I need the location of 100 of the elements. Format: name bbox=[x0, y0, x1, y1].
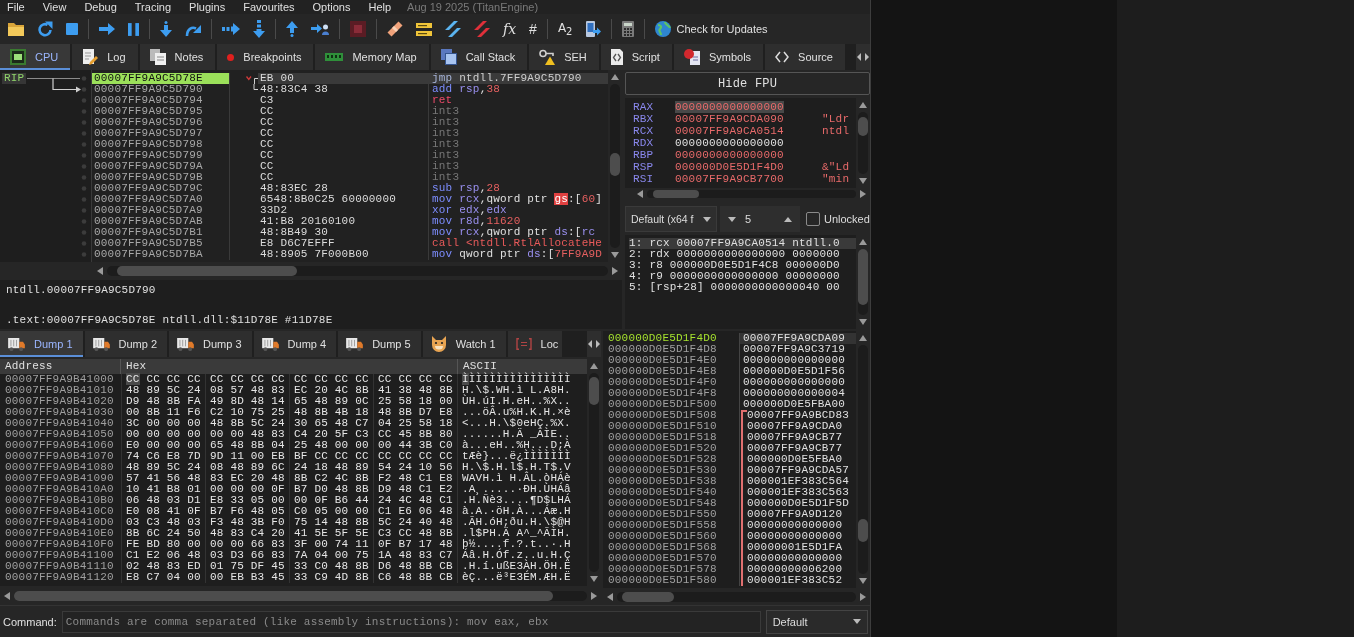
register-value[interactable]: 0000000000000000 bbox=[675, 137, 784, 149]
mode-dropdown[interactable]: Default bbox=[765, 609, 868, 634]
breakpoint-dot-icon[interactable] bbox=[81, 252, 87, 257]
checkbox[interactable] bbox=[806, 212, 820, 226]
menu-item[interactable]: Favourites bbox=[243, 0, 295, 14]
vertical-scrollbar[interactable] bbox=[856, 98, 870, 188]
tab[interactable]: Call Stack bbox=[430, 44, 528, 70]
breakpoint-dot-icon[interactable] bbox=[81, 87, 87, 92]
breakpoint-dot-icon[interactable] bbox=[81, 164, 87, 169]
tab[interactable]: Dump 1 bbox=[0, 331, 83, 357]
tab[interactable]: Loc bbox=[507, 331, 563, 357]
dotted-arrow-down-icon[interactable] bbox=[253, 20, 265, 38]
register-value[interactable]: 00007FF9A9CDA090 bbox=[675, 113, 784, 125]
breakpoint-dot-icon[interactable] bbox=[81, 241, 87, 246]
argument-line[interactable]: 3: r8 000000D0E5D1F4C8 000000D0 bbox=[629, 260, 856, 271]
breakpoint-dot-icon[interactable] bbox=[81, 109, 87, 114]
tab[interactable]: Notes bbox=[139, 44, 216, 70]
register-value[interactable]: 00007FF9A9CA0514 bbox=[675, 125, 784, 137]
breakpoint-dot-icon[interactable] bbox=[81, 197, 87, 202]
note-icon[interactable] bbox=[416, 22, 432, 36]
tab[interactable]: SEH bbox=[529, 44, 599, 70]
register-value[interactable]: 000000D0E5D1F4D0 bbox=[675, 161, 784, 173]
refresh-icon[interactable] bbox=[37, 21, 53, 37]
scrollbar-thumb[interactable] bbox=[858, 249, 868, 306]
scroll-right-icon[interactable] bbox=[591, 592, 597, 600]
breakpoint-dot-icon[interactable] bbox=[81, 219, 87, 224]
menu-item[interactable]: Plugins bbox=[189, 0, 226, 14]
value-cell-text: 000000D0E5D1F56 bbox=[742, 366, 847, 377]
pause-icon[interactable] bbox=[128, 22, 139, 36]
function-button[interactable]: fx bbox=[503, 21, 517, 37]
scrollbar-thumb[interactable] bbox=[589, 376, 599, 405]
tab[interactable]: CPU bbox=[0, 44, 71, 70]
column-header[interactable]: Address bbox=[0, 359, 121, 374]
tab[interactable]: Log bbox=[72, 44, 138, 70]
tab[interactable]: Dump 3 bbox=[169, 331, 252, 357]
arrow-up-icon[interactable] bbox=[286, 21, 298, 37]
menu-item[interactable]: Options bbox=[312, 0, 351, 14]
breakpoint-dot-icon[interactable] bbox=[81, 230, 87, 235]
vertical-scrollbar[interactable] bbox=[608, 70, 622, 262]
tab[interactable]: Dump 4 bbox=[253, 331, 337, 357]
breakpoint-dot-icon[interactable] bbox=[81, 208, 87, 213]
arrow-right-icon[interactable] bbox=[99, 23, 115, 35]
breakpoint-dot-icon[interactable] bbox=[81, 153, 87, 158]
breakpoint-dot-icon[interactable] bbox=[81, 76, 87, 81]
register-value[interactable]: 0000000000000000 bbox=[675, 149, 784, 161]
arrow-person-icon[interactable] bbox=[311, 23, 329, 35]
command-field[interactable]: Commands are comma separated (like assembly instructions): mov eax, ebx bbox=[61, 610, 761, 633]
argument-line[interactable]: 2: rdx 0000000000000000 0000000 bbox=[629, 249, 856, 260]
tags-icon[interactable] bbox=[445, 21, 461, 37]
menu-item[interactable]: Help bbox=[368, 0, 392, 14]
breakpoint-dot-icon[interactable] bbox=[81, 175, 87, 180]
menu-item[interactable]: File bbox=[7, 0, 25, 14]
scrollbar-thumb[interactable] bbox=[117, 266, 298, 276]
tab[interactable]: Source bbox=[765, 44, 845, 70]
device-arrow-icon[interactable] bbox=[585, 21, 602, 37]
square-tile-icon[interactable] bbox=[350, 21, 366, 37]
argument-line[interactable]: 4: r9 0000000000000000 00000000 bbox=[629, 271, 856, 282]
dotted-arrow-right-icon[interactable] bbox=[222, 23, 240, 35]
tab[interactable]: Dump 5 bbox=[338, 331, 421, 357]
vertical-scrollbar[interactable] bbox=[587, 359, 601, 586]
argument-line[interactable]: 5: [rsp+28] 0000000000000040 00 bbox=[629, 282, 856, 293]
menu-item[interactable]: Tracing bbox=[134, 0, 172, 14]
tab[interactable]: Dump 2 bbox=[84, 331, 168, 357]
breakpoint-dot-icon[interactable] bbox=[81, 131, 87, 136]
tab[interactable]: Watch 1 bbox=[422, 331, 506, 357]
update-button[interactable]: Check for Updates bbox=[655, 21, 768, 37]
increment-icon[interactable] bbox=[784, 216, 792, 222]
tab-scroll-left-icon[interactable] bbox=[857, 53, 861, 61]
decrement-icon[interactable] bbox=[728, 216, 736, 222]
scrollbar-thumb[interactable] bbox=[653, 190, 700, 198]
menu-item[interactable]: View bbox=[42, 0, 67, 14]
scrollbar-thumb[interactable] bbox=[621, 592, 675, 602]
tab-scroll-left-icon[interactable] bbox=[588, 340, 592, 348]
tab[interactable]: Breakpoints bbox=[217, 44, 314, 70]
scrollbar-thumb[interactable] bbox=[858, 519, 868, 542]
register-value[interactable]: 00007FF9A9CB7700 bbox=[675, 173, 784, 185]
ribbon-icon[interactable] bbox=[474, 21, 490, 37]
tab[interactable]: Script bbox=[600, 44, 672, 70]
breakpoint-dot-icon[interactable] bbox=[81, 186, 87, 191]
scroll-down-icon[interactable] bbox=[611, 252, 619, 258]
convention-dropdown[interactable]: Default (x64 f bbox=[625, 206, 717, 232]
scrollbar-thumb[interactable] bbox=[610, 152, 620, 176]
calculator-icon[interactable] bbox=[622, 21, 635, 37]
breakpoint-dot-icon[interactable] bbox=[81, 142, 87, 147]
breakpoint-dot-icon[interactable] bbox=[81, 98, 87, 103]
subscript-button[interactable]: A$_{2}$ bbox=[557, 20, 573, 38]
hide-fpu-button[interactable]: Hide FPU bbox=[625, 72, 870, 95]
count-spinbox[interactable]: 5 bbox=[720, 206, 800, 232]
scrollbar-thumb[interactable] bbox=[858, 116, 868, 136]
tab[interactable]: Memory Map bbox=[315, 44, 429, 70]
hash-button[interactable]: # bbox=[529, 21, 537, 37]
folder-icon[interactable] bbox=[8, 22, 24, 36]
scrollbar-thumb[interactable] bbox=[14, 591, 553, 601]
arrow-down-icon[interactable] bbox=[160, 21, 172, 37]
menu-item[interactable]: Debug bbox=[84, 0, 117, 14]
breakpoint-dot-icon[interactable] bbox=[81, 120, 87, 125]
tab[interactable]: Symbols bbox=[673, 44, 764, 70]
pages-icon bbox=[149, 49, 166, 65]
address-cell-text: 00007FF9A9B41070 bbox=[4, 451, 115, 462]
bandage-icon[interactable] bbox=[387, 21, 403, 37]
